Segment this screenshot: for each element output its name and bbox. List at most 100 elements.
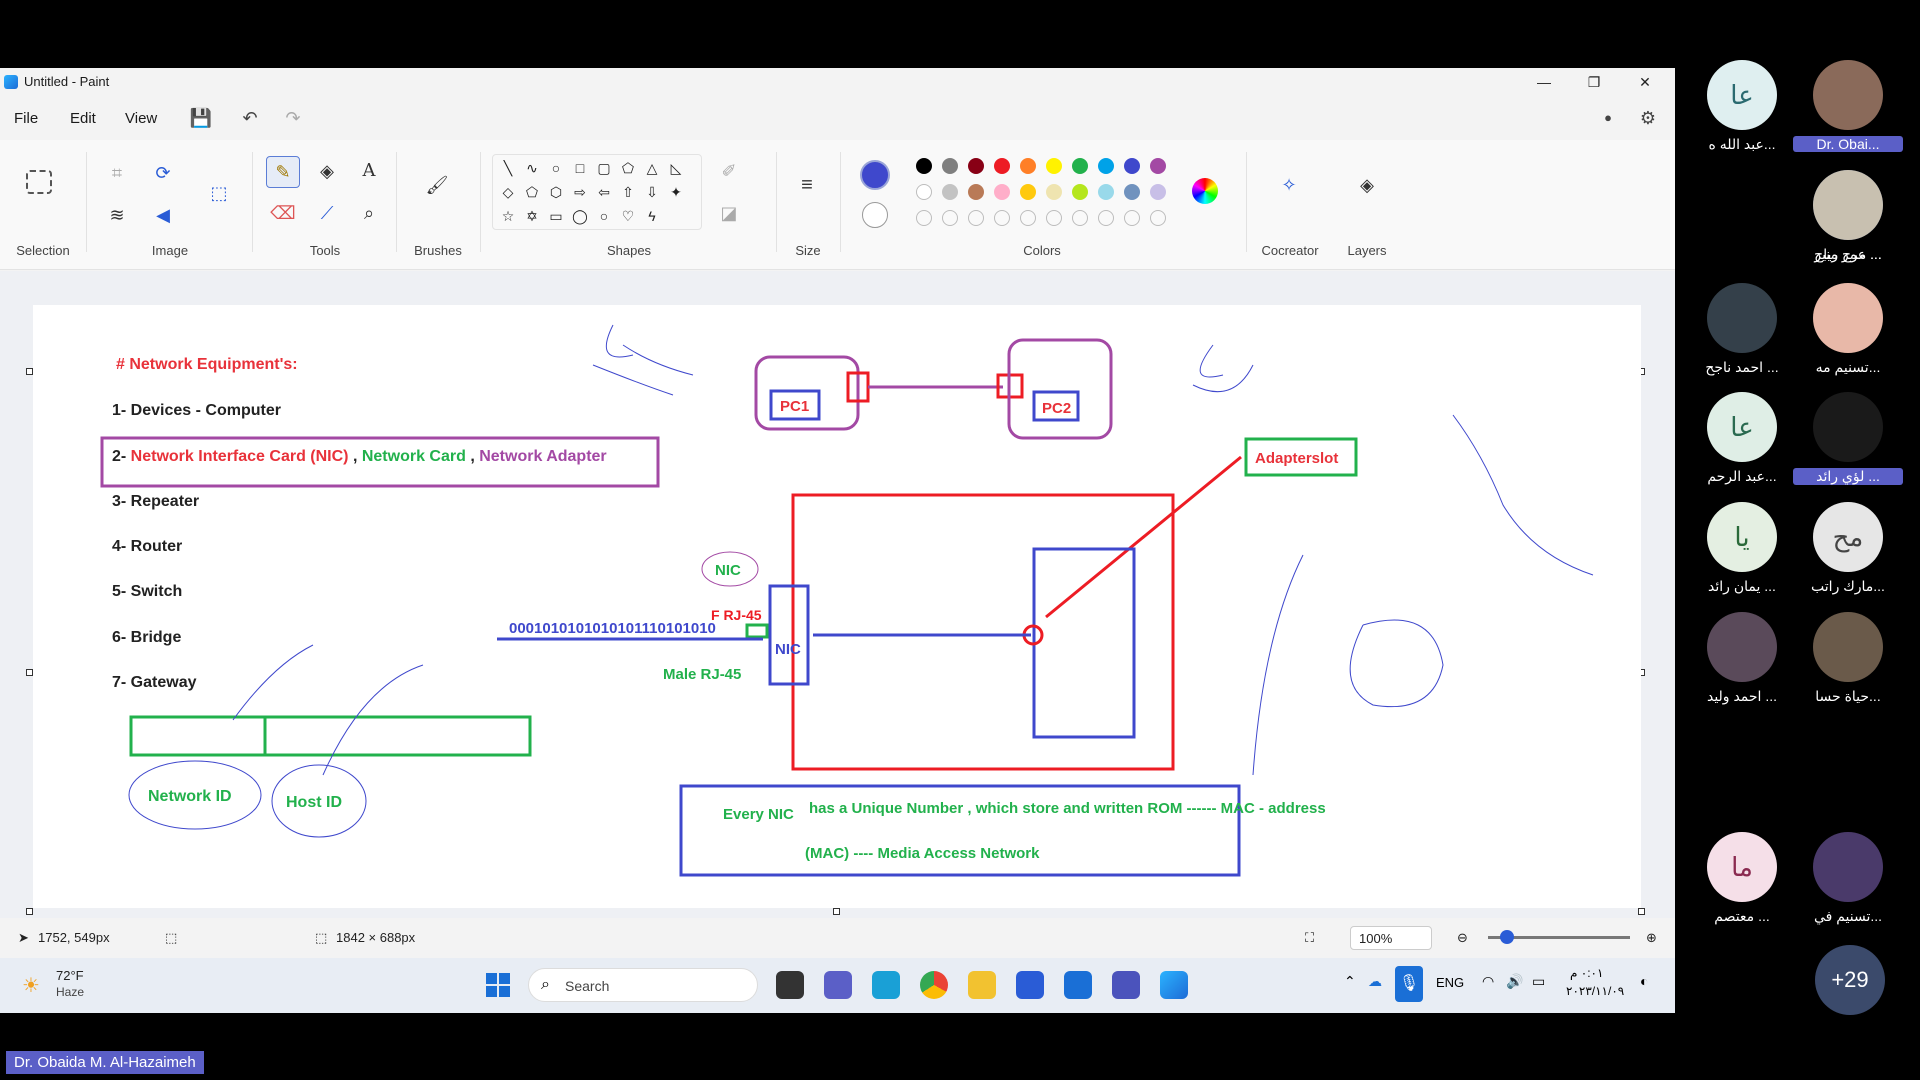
fit-screen-icon[interactable]: ⛶ <box>1305 930 1314 946</box>
edit-colors-icon[interactable] <box>1192 178 1218 204</box>
participant-tile[interactable]: حياة حسا... <box>1793 612 1903 712</box>
color-swatch[interactable] <box>916 210 932 226</box>
flip-icon[interactable]: ◀ <box>146 200 180 232</box>
rectangle-shape-icon[interactable]: □ <box>569 158 591 178</box>
chrome-icon[interactable] <box>920 971 948 999</box>
color-swatch[interactable] <box>1098 184 1114 200</box>
color-swatch[interactable] <box>1098 210 1114 226</box>
resize-handle[interactable] <box>26 669 33 676</box>
color-swatch[interactable] <box>968 210 984 226</box>
resize-handle[interactable] <box>833 908 840 915</box>
participant-tile[interactable]: يا يمان رائد ... <box>1687 502 1797 602</box>
color-swatch[interactable] <box>1046 184 1062 200</box>
resize-handle[interactable] <box>26 368 33 375</box>
brush-icon[interactable]: 🖌 <box>420 170 454 202</box>
primary-color-swatch[interactable] <box>860 160 890 190</box>
color-swatch[interactable] <box>994 158 1010 174</box>
participant-tile[interactable]: Dr. Obai... <box>1793 60 1903 160</box>
settings-gear-icon[interactable]: ⚙ <box>1634 106 1662 132</box>
close-button[interactable]: ✕ <box>1625 72 1665 94</box>
secondary-color-swatch[interactable] <box>862 202 888 228</box>
color-swatch[interactable] <box>1020 184 1036 200</box>
resize-handle[interactable] <box>1638 908 1645 915</box>
shapes-gallery[interactable]: ╲ ∿ ○ □ ▢ ⬠ △ ◺ ◇ ⬠ ⬡ ⇨ ⇦ ⇧ ⇩ ✦ ☆ ✡ ▭ ◯ <box>492 154 702 230</box>
triangle-shape-icon[interactable]: △ <box>641 158 663 178</box>
save-icon[interactable]: 💾 <box>187 106 215 132</box>
focus-icon[interactable]: ◐ <box>1640 973 1648 989</box>
callout-oval-icon[interactable]: ◯ <box>569 206 591 226</box>
right-arrow-shape-icon[interactable]: ⇨ <box>569 182 591 202</box>
heart-shape-icon[interactable]: ♡ <box>617 206 639 226</box>
edge-icon[interactable] <box>872 971 900 999</box>
color-swatch[interactable] <box>1020 158 1036 174</box>
outline-icon[interactable]: ✐ <box>712 156 746 188</box>
diamond-shape-icon[interactable]: ◇ <box>497 182 519 202</box>
shape-fill-icon[interactable]: ◪ <box>712 198 746 230</box>
curve-shape-icon[interactable]: ∿ <box>521 158 543 178</box>
maximize-button[interactable]: ❐ <box>1574 72 1614 94</box>
color-swatch[interactable] <box>968 184 984 200</box>
color-swatch[interactable] <box>1072 210 1088 226</box>
oval-shape-icon[interactable]: ○ <box>545 158 567 178</box>
participant-tile[interactable]: عمر منير ... <box>1793 170 1903 270</box>
store-icon[interactable] <box>1016 971 1044 999</box>
zoom-in-icon[interactable]: ⊕ <box>1646 930 1657 946</box>
rounded-rect-shape-icon[interactable]: ▢ <box>593 158 615 178</box>
eraser-icon[interactable]: ⌫ <box>266 198 300 230</box>
line-shape-icon[interactable]: ╲ <box>497 158 519 178</box>
fill-bucket-icon[interactable]: ◈ <box>310 156 344 188</box>
menu-file[interactable]: File <box>14 110 38 127</box>
language-indicator[interactable]: ENG <box>1436 975 1464 990</box>
color-swatch[interactable] <box>916 158 932 174</box>
color-swatch[interactable] <box>916 184 932 200</box>
color-swatch[interactable] <box>994 184 1010 200</box>
participant-tile[interactable]: تسنيم في... <box>1793 832 1903 932</box>
down-arrow-shape-icon[interactable]: ⇩ <box>641 182 663 202</box>
crop-icon[interactable]: ⌗ <box>100 158 134 190</box>
resize-icon[interactable]: ≋ <box>100 200 134 232</box>
zoom-out-icon[interactable]: ⊖ <box>1457 930 1468 946</box>
magnifier-icon[interactable]: ⌕ <box>352 198 386 230</box>
color-swatch[interactable] <box>1150 184 1166 200</box>
participant-tile[interactable]: ما معتصم ... <box>1687 832 1797 932</box>
tray-chevron-icon[interactable]: ⌃ <box>1344 973 1356 990</box>
participant-tile[interactable]: احمد وليد ... <box>1687 612 1797 712</box>
participant-tile[interactable]: مح مارك راتب... <box>1793 502 1903 602</box>
taskbar-search[interactable]: ⌕ Search <box>528 968 758 1002</box>
menu-view[interactable]: View <box>125 110 157 127</box>
star-shape-icon[interactable]: ☆ <box>497 206 519 226</box>
color-swatch[interactable] <box>1124 184 1140 200</box>
undo-icon[interactable]: ↶ <box>236 106 264 132</box>
participant-tile[interactable]: لؤي رائد ... <box>1793 392 1903 492</box>
right-triangle-shape-icon[interactable]: ◺ <box>665 158 687 178</box>
color-swatch[interactable] <box>942 210 958 226</box>
participant-tile[interactable]: عا عبد الرحم... <box>1687 392 1797 492</box>
task-view-icon[interactable] <box>776 971 804 999</box>
callout-rect-icon[interactable]: ▭ <box>545 206 567 226</box>
teams-icon[interactable] <box>1112 971 1140 999</box>
six-point-star-icon[interactable]: ✡ <box>521 206 543 226</box>
zoom-select[interactable]: 100% <box>1350 926 1432 950</box>
cocreator-sparkle-icon[interactable]: ✧ <box>1272 170 1306 202</box>
image-background-icon[interactable]: ⬚ <box>202 178 236 210</box>
volume-icon[interactable]: 🔊 <box>1506 973 1523 990</box>
color-swatch[interactable] <box>1124 158 1140 174</box>
mail-icon[interactable] <box>1064 971 1092 999</box>
color-swatch[interactable] <box>942 184 958 200</box>
color-swatch[interactable] <box>1150 210 1166 226</box>
up-arrow-shape-icon[interactable]: ⇧ <box>617 182 639 202</box>
clock-date[interactable]: ٢٠٢٣/١١/٠٩ <box>1566 984 1624 998</box>
clock-time[interactable]: ٠:٠١ م <box>1570 966 1603 980</box>
four-point-star-icon[interactable]: ✦ <box>665 182 687 202</box>
resize-handle[interactable] <box>26 908 33 915</box>
menu-edit[interactable]: Edit <box>70 110 96 127</box>
more-participants[interactable]: +29 <box>1815 945 1885 1015</box>
color-swatch[interactable] <box>1072 184 1088 200</box>
start-button[interactable] <box>486 973 510 997</box>
redo-icon[interactable]: ↷ <box>279 106 307 132</box>
polygon-shape-icon[interactable]: ⬠ <box>617 158 639 178</box>
zoom-slider-thumb[interactable] <box>1500 930 1514 944</box>
paint-taskbar-icon[interactable] <box>1160 971 1188 999</box>
pencil-icon[interactable]: ✎ <box>266 156 300 188</box>
hexagon-shape-icon[interactable]: ⬡ <box>545 182 567 202</box>
